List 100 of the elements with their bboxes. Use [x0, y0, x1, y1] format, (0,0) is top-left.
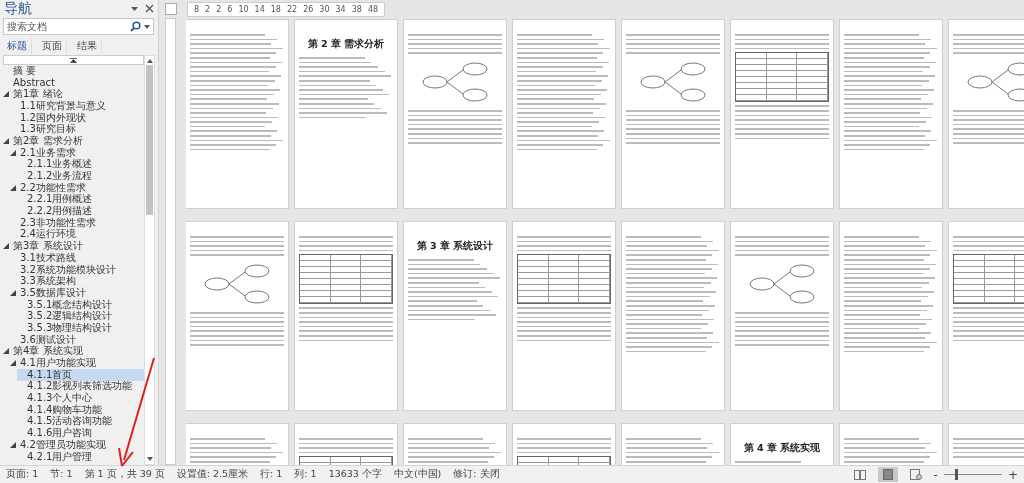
expanded-triangle-icon[interactable]: [10, 441, 16, 448]
search-icon[interactable]: [130, 21, 141, 32]
pane-tab[interactable]: 结果: [73, 38, 102, 54]
ruler-number: 22: [286, 4, 298, 14]
outline-item[interactable]: 4.2管理员功能实现: [10, 439, 144, 451]
ruler-number: 34: [335, 4, 346, 14]
outline-item[interactable]: 第3章 系统设计: [3, 240, 144, 252]
page-thumbnail[interactable]: [186, 20, 288, 208]
scrollbar-thumb[interactable]: [146, 65, 153, 215]
outline-item[interactable]: 2.4运行环境: [10, 228, 144, 241]
pane-tab[interactable]: 页面: [38, 38, 67, 54]
page-thumbnail[interactable]: [731, 222, 833, 410]
read-mode-icon[interactable]: [853, 469, 866, 480]
close-icon[interactable]: [145, 4, 154, 13]
expanded-triangle-icon[interactable]: [3, 137, 9, 144]
status-item[interactable]: 页面: 1: [6, 468, 39, 481]
expanded-triangle-icon[interactable]: [10, 149, 16, 156]
expanded-triangle-icon[interactable]: [10, 184, 16, 191]
outline-item[interactable]: 第4章 系统实现: [3, 345, 144, 358]
outline-item[interactable]: 第1章 绪论: [3, 88, 144, 101]
outline-item[interactable]: 3.5.2逻辑结构设计: [17, 310, 144, 323]
expanded-triangle-icon[interactable]: [3, 243, 9, 250]
page-thumbnail[interactable]: 第 3 章 系统设计: [404, 222, 506, 410]
scrollbar[interactable]: [144, 55, 155, 465]
outline-item[interactable]: 3.1技术路线: [10, 252, 144, 264]
status-item[interactable]: 列: 1: [294, 468, 317, 481]
ruler-number: 18: [270, 4, 281, 14]
expanded-triangle-icon[interactable]: [3, 91, 9, 98]
outline-item[interactable]: 2.1业务需求: [10, 146, 144, 159]
status-item[interactable]: 设置值: 2.5厘米: [176, 468, 249, 481]
page-thumbnail[interactable]: 第 2 章 需求分析: [295, 20, 397, 208]
zoom-slider-thumb[interactable]: [954, 469, 958, 480]
outline-item[interactable]: 4.1.4购物车功能: [17, 403, 144, 416]
page-thumbnail[interactable]: [295, 222, 397, 410]
outline-item[interactable]: 3.2系统功能模块设计: [10, 263, 144, 276]
outline-item[interactable]: Abstract: [3, 76, 144, 89]
ruler-number: 2: [205, 4, 211, 14]
outline-item[interactable]: 2.2功能性需求: [10, 181, 144, 194]
status-item[interactable]: 修订: 关闭: [453, 468, 500, 481]
vertical-ruler[interactable]: [165, 18, 176, 465]
outline-item[interactable]: 1.3研究目标: [10, 123, 144, 136]
outline-item[interactable]: 4.1.1首页: [17, 368, 144, 381]
search-field[interactable]: 搜索文档: [3, 18, 154, 35]
outline-item[interactable]: 4.1用户功能实现: [10, 357, 144, 369]
outline-item[interactable]: 1.2国内外现状: [10, 111, 144, 124]
outline-item[interactable]: 第2章 需求分析: [3, 135, 144, 147]
page-thumbnail[interactable]: [513, 222, 615, 410]
outline-item[interactable]: 3.6测试设计: [10, 333, 144, 346]
search-input[interactable]: 搜索文档: [7, 21, 127, 32]
status-item[interactable]: 行: 1: [260, 468, 283, 481]
page-thumbnail[interactable]: [622, 20, 724, 208]
page-thumbnail[interactable]: [731, 20, 833, 208]
page-icon: [882, 469, 893, 480]
page-thumbnail[interactable]: [404, 20, 506, 208]
outline-item[interactable]: 3.5.1概念结构设计: [17, 298, 144, 311]
outline-item[interactable]: 3.5数据库设计: [10, 287, 144, 299]
outline-item[interactable]: 4.1.3个人中心: [17, 392, 144, 404]
outline-item[interactable]: 3.3系统架构: [10, 275, 144, 288]
outline-item[interactable]: 3.5.3物理结构设计: [17, 322, 144, 334]
dropdown-icon[interactable]: [130, 5, 139, 12]
ruler-number: 38: [351, 4, 362, 14]
outline-item[interactable]: 2.1.2业务流程: [17, 170, 144, 182]
outline-item[interactable]: 2.3非功能性需求: [10, 216, 144, 229]
page-thumbnail[interactable]: [622, 222, 724, 410]
status-item[interactable]: 节: 1: [50, 468, 73, 481]
outline-item[interactable]: 摘 要: [3, 65, 144, 77]
print-layout-button[interactable]: [877, 467, 898, 482]
expanded-triangle-icon[interactable]: [10, 289, 16, 296]
pane-title: 导航: [4, 1, 32, 16]
scroll-down-icon[interactable]: [146, 457, 153, 461]
outline-item[interactable]: 4.1.5活动咨询功能: [17, 415, 144, 428]
status-item[interactable]: 第 1 页，共 39 页: [84, 468, 165, 481]
scroll-up-icon[interactable]: [146, 59, 153, 63]
outline-item[interactable]: 2.1.1业务概述: [17, 158, 144, 171]
status-item[interactable]: 13633 个字: [328, 468, 382, 481]
page-thumbnail[interactable]: [949, 222, 1024, 410]
web-layout-icon[interactable]: [909, 469, 922, 480]
zoom-out-button[interactable]: -: [933, 467, 938, 482]
expanded-triangle-icon[interactable]: [3, 348, 9, 355]
outline-item[interactable]: 4.2.1用户管理: [17, 450, 144, 463]
expanded-triangle-icon[interactable]: [10, 360, 16, 367]
outline-item[interactable]: 1.1研究背景与意义: [10, 100, 144, 112]
page-thumbnail[interactable]: 第 4 章 系统实现: [731, 424, 833, 465]
dropdown-icon[interactable]: [144, 24, 150, 29]
outline-item[interactable]: 4.1.6用户咨询: [17, 427, 144, 439]
horizontal-ruler[interactable]: 8 2 2 6 10 14 18 22 26 30 34 38 48: [187, 1, 386, 17]
zoom-in-button[interactable]: +: [1007, 467, 1018, 482]
page-heading: 第 3 章 系统设计: [415, 240, 495, 253]
ruler-number: 6: [227, 4, 233, 14]
status-item[interactable]: 中文(中国): [393, 468, 442, 481]
page-thumbnail[interactable]: [513, 20, 615, 208]
page-thumbnail[interactable]: [949, 20, 1024, 208]
outline-item[interactable]: 4.1.2影视列表筛选功能: [17, 380, 144, 393]
outline-item[interactable]: 2.2.1用例概述: [17, 193, 144, 206]
page-thumbnail[interactable]: [186, 222, 288, 410]
pane-tab[interactable]: 标题: [3, 38, 32, 54]
page-thumbnail[interactable]: [840, 222, 942, 410]
tab-selector[interactable]: [165, 3, 177, 15]
page-thumbnail[interactable]: [840, 20, 942, 208]
outline-item[interactable]: 2.2.2用例描述: [17, 205, 144, 217]
